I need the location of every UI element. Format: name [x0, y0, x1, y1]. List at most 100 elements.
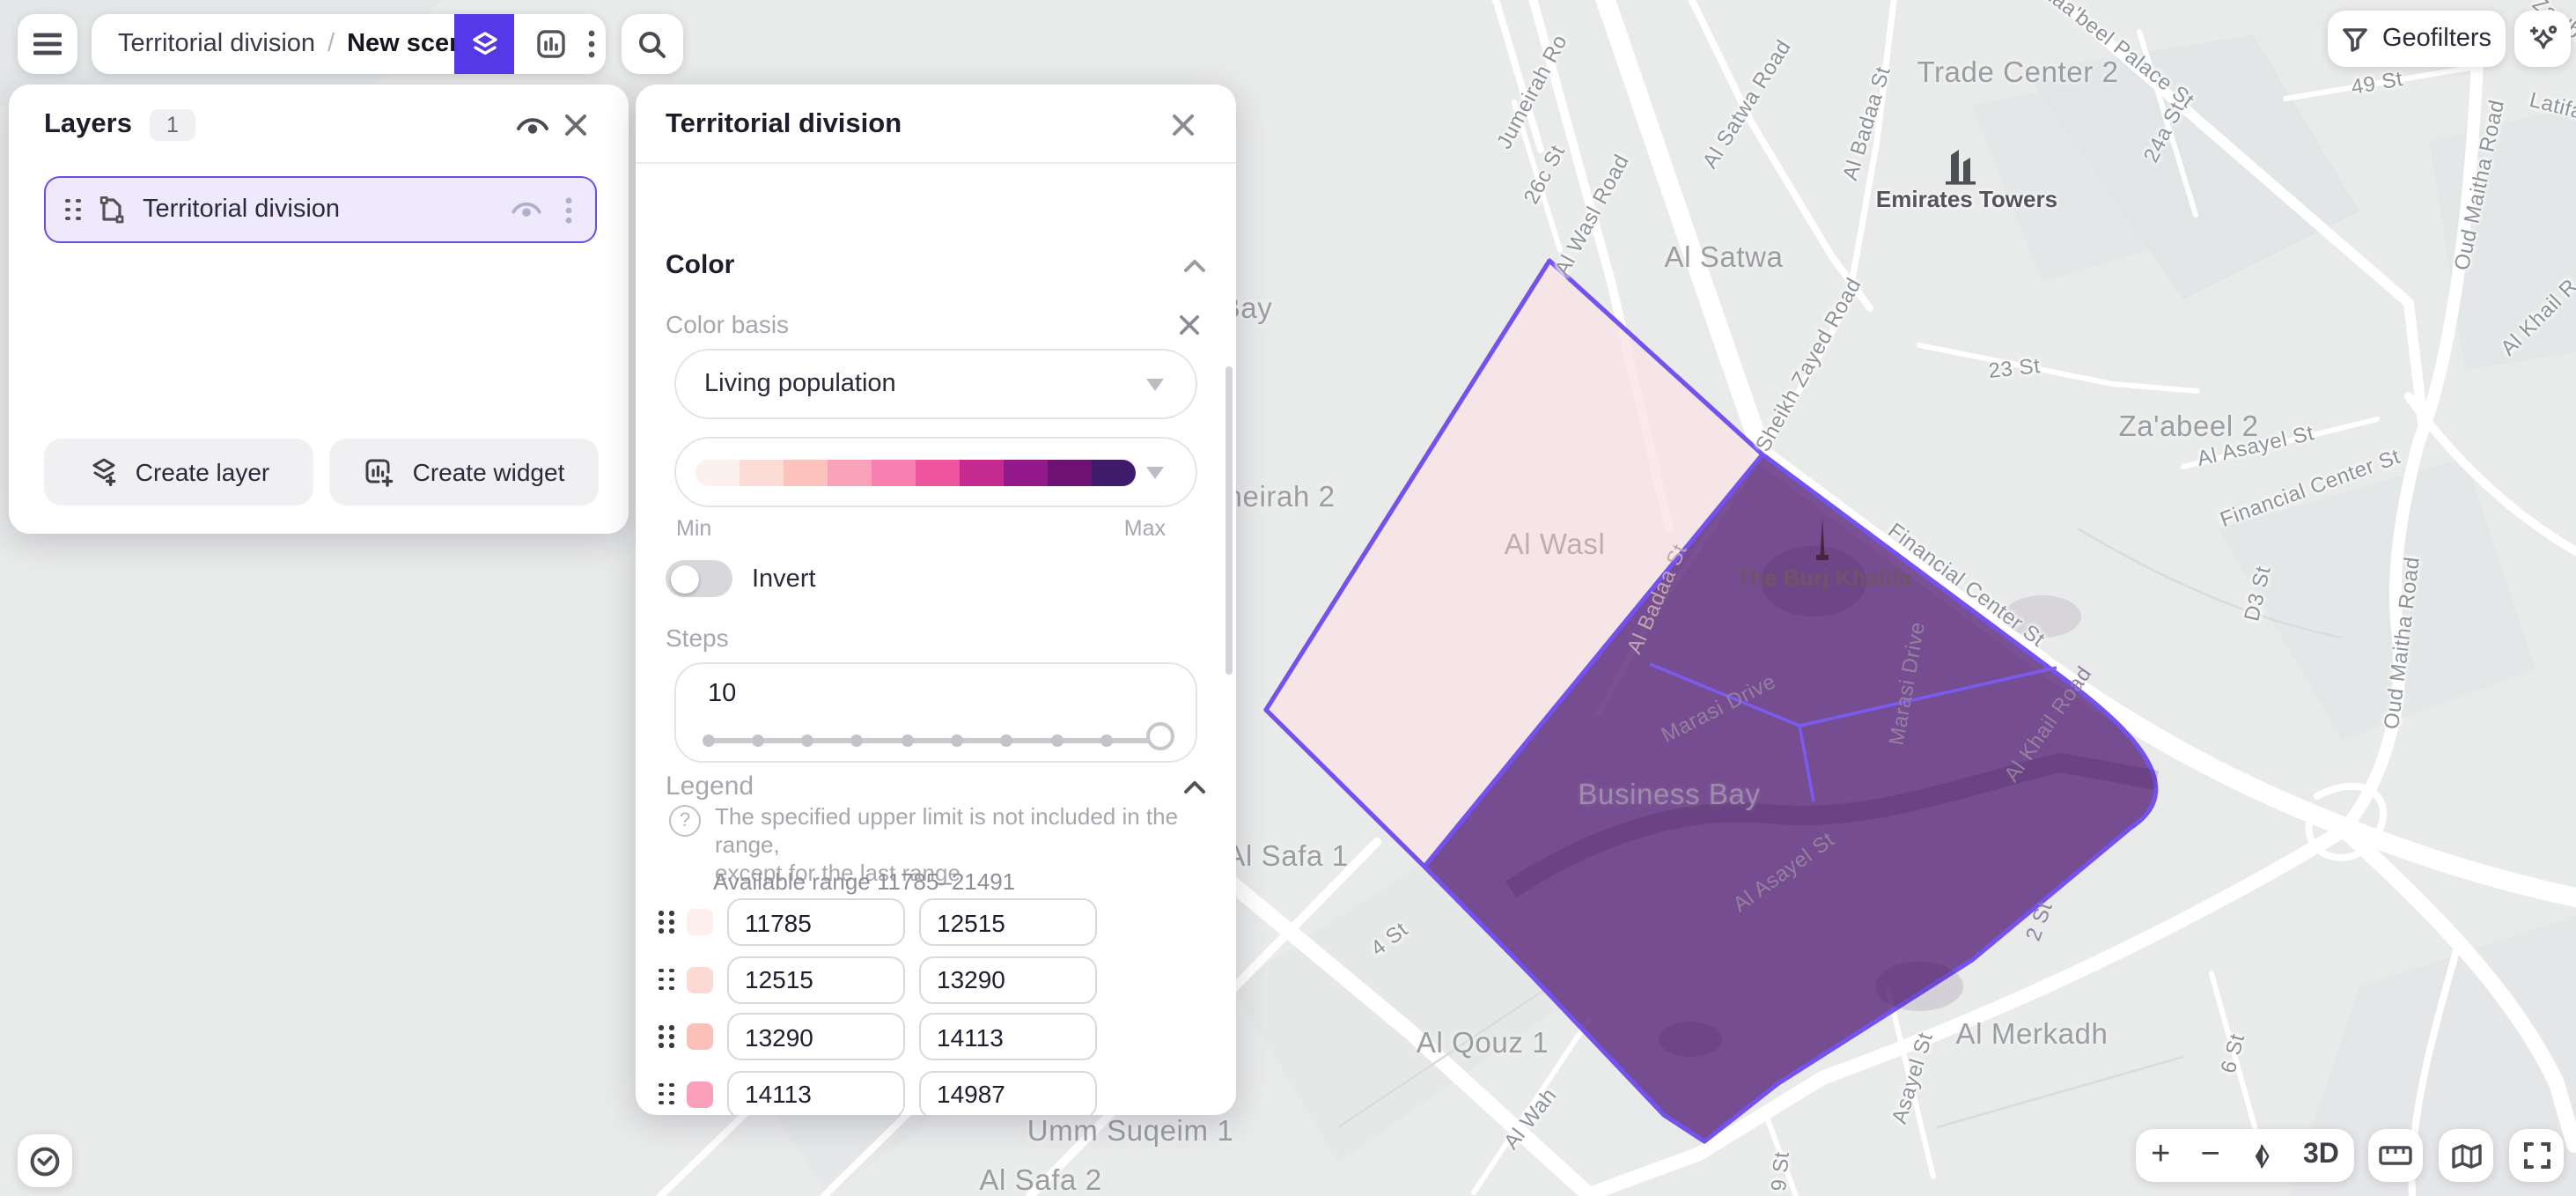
legend-row — [659, 898, 1211, 946]
history-button[interactable] — [18, 1134, 72, 1187]
layers-tool-button[interactable] — [454, 14, 514, 74]
layers-icon — [469, 29, 499, 59]
drag-handle-icon[interactable] — [659, 968, 674, 991]
bar-chart-icon — [535, 28, 567, 60]
basemap-button[interactable] — [2439, 1129, 2493, 1182]
funnel-icon — [2342, 26, 2368, 52]
search-icon — [637, 29, 667, 59]
map-nav-controls: + − 3D — [2136, 1129, 2354, 1182]
drag-handle-icon[interactable] — [659, 1082, 674, 1105]
create-widget-button[interactable]: Create widget — [329, 439, 599, 506]
slider-step-dot[interactable] — [1001, 734, 1013, 746]
compass-button[interactable] — [2250, 1141, 2273, 1170]
layers-panel: Layers 1 Territorial division — [9, 85, 629, 534]
invert-label: Invert — [752, 565, 816, 593]
ai-magic-button[interactable] — [2514, 11, 2571, 67]
style-panel-close-button[interactable] — [1162, 114, 1204, 136]
more-menu-button[interactable] — [578, 14, 606, 74]
create-layer-button[interactable]: Create layer — [44, 439, 313, 506]
drag-handle-icon[interactable] — [659, 911, 674, 934]
panel-scrollbar[interactable] — [1225, 366, 1232, 675]
slider-handle[interactable] — [1146, 722, 1174, 750]
geofilters-label: Geofilters — [2382, 25, 2491, 53]
steps-control: 10 — [674, 662, 1197, 763]
slider-step-dot[interactable] — [801, 734, 813, 746]
slider-track — [708, 737, 1157, 743]
chevron-up-icon[interactable] — [1183, 258, 1206, 272]
invert-toggle[interactable] — [666, 560, 732, 597]
close-icon — [1179, 314, 1198, 334]
ramp-segment — [828, 459, 872, 485]
steps-slider[interactable] — [708, 731, 1157, 749]
toggle-all-visibility-button[interactable] — [509, 114, 555, 137]
polygon-layer-icon — [97, 196, 125, 224]
drag-handle-icon[interactable] — [659, 1025, 674, 1048]
slider-step-dot[interactable] — [851, 734, 864, 746]
clock-icon — [28, 1144, 62, 1178]
color-basis-row: Color basis — [666, 310, 1206, 338]
style-panel-title: Territorial division — [666, 109, 902, 141]
ramp-segment — [740, 459, 784, 485]
color-basis-value: Living population — [704, 370, 896, 398]
range-from-input[interactable] — [727, 956, 905, 1003]
layer-item-territorial-division[interactable]: Territorial division — [44, 176, 597, 243]
legend-row — [659, 1013, 1211, 1060]
range-from-input[interactable] — [727, 898, 905, 946]
steps-value[interactable]: 10 — [708, 680, 736, 708]
clear-color-basis-button[interactable] — [1171, 314, 1206, 334]
sparkle-icon — [2526, 22, 2559, 55]
ramp-segment — [872, 459, 916, 485]
color-ramp-preview — [696, 459, 1136, 485]
slider-step-dot[interactable] — [752, 734, 764, 746]
fullscreen-icon — [2522, 1141, 2550, 1170]
range-from-input[interactable] — [727, 1013, 905, 1060]
invert-row: Invert — [666, 560, 1206, 597]
slider-step-dot[interactable] — [1100, 734, 1113, 746]
drag-handle-icon[interactable] — [65, 198, 81, 221]
fullscreen-button[interactable] — [2509, 1129, 2564, 1182]
zoom-in-button[interactable]: + — [2151, 1136, 2170, 1175]
legend-color-swatch[interactable] — [687, 1023, 713, 1050]
ramp-max-label: Max — [1124, 516, 1166, 541]
three-d-button[interactable]: 3D — [2303, 1140, 2339, 1171]
range-from-input[interactable] — [727, 1070, 905, 1115]
legend-color-swatch[interactable] — [687, 909, 713, 935]
layers-panel-close-button[interactable] — [555, 114, 597, 136]
slider-step-dot[interactable] — [702, 734, 714, 746]
caret-down-icon — [1146, 379, 1164, 391]
ramp-segment — [916, 459, 960, 485]
eye-icon — [515, 114, 548, 137]
menu-button[interactable] — [18, 14, 77, 74]
range-to-input[interactable] — [919, 1070, 1097, 1115]
color-ramp-select[interactable] — [674, 437, 1197, 507]
ramp-segment — [960, 459, 1004, 485]
layer-more-button[interactable] — [549, 196, 588, 223]
kebab-icon — [588, 30, 595, 58]
caret-down-icon — [1146, 467, 1164, 479]
breadcrumb-parent[interactable]: Territorial division — [118, 30, 315, 58]
geofilters-button[interactable]: Geofilters — [2328, 11, 2506, 67]
legend-color-swatch[interactable] — [687, 1081, 713, 1107]
layers-panel-title: Layers — [44, 109, 132, 141]
range-to-input[interactable] — [919, 956, 1097, 1003]
chevron-up-icon[interactable] — [1183, 779, 1206, 794]
slider-step-dot[interactable] — [951, 734, 963, 746]
slider-step-dot[interactable] — [902, 734, 914, 746]
slider-step-dot[interactable] — [1051, 734, 1064, 746]
search-button[interactable] — [622, 14, 683, 74]
app-root: Trade Center 2Al SatwaZa'abeel 2Al WaslB… — [0, 0, 2576, 1196]
legend-color-swatch[interactable] — [687, 966, 713, 993]
color-section-header[interactable]: Color — [666, 250, 1206, 280]
breadcrumb: Territorial division / New scene — [92, 14, 606, 74]
legend-section-header[interactable]: Legend — [666, 771, 1206, 801]
range-to-input[interactable] — [919, 1013, 1097, 1060]
zoom-out-button[interactable]: − — [2200, 1136, 2219, 1175]
breadcrumb-separator: / — [328, 30, 335, 58]
widgets-tool-button[interactable] — [521, 14, 581, 74]
measure-button[interactable] — [2368, 1129, 2423, 1182]
layer-visibility-button[interactable] — [504, 199, 549, 220]
color-basis-select[interactable]: Living population — [674, 349, 1197, 419]
help-icon[interactable]: ? — [669, 805, 701, 837]
range-to-input[interactable] — [919, 898, 1097, 946]
toggle-knob — [670, 565, 698, 593]
